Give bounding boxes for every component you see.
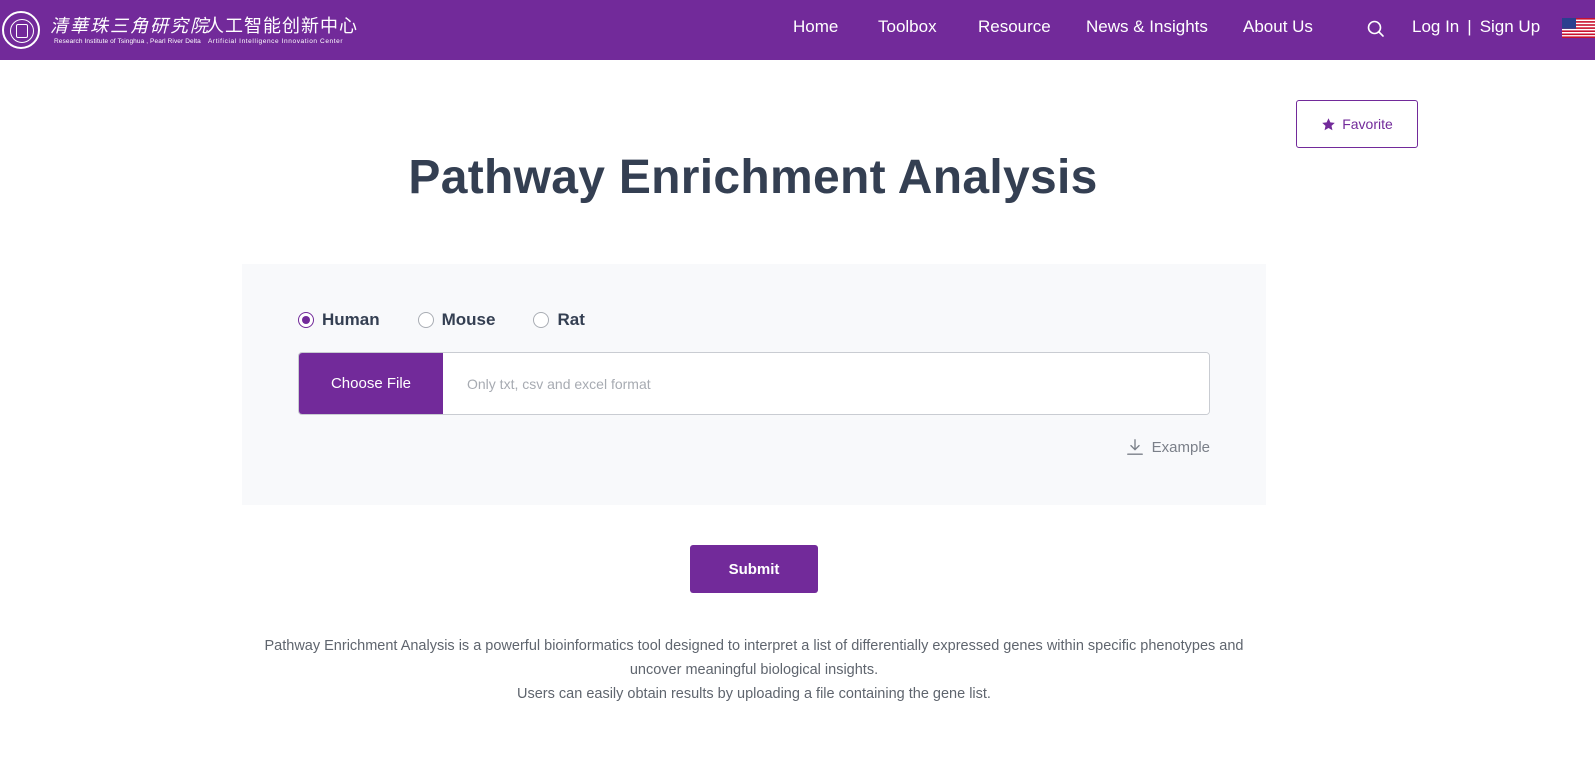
logo-english-center: Artificial Intelligence Innovation Cente… xyxy=(208,38,344,45)
radio-label-rat: Rat xyxy=(557,310,585,329)
star-icon xyxy=(1322,117,1335,130)
nav-about-us[interactable]: About Us xyxy=(1243,17,1313,37)
logo-chinese-center: 人工智能创新中心 xyxy=(206,16,358,37)
nav-toolbox[interactable]: Toolbox xyxy=(878,17,937,37)
university-seal-icon xyxy=(2,11,40,49)
nav-resource[interactable]: Resource xyxy=(978,17,1051,37)
description-paragraph: Pathway Enrichment Analysis is a powerfu… xyxy=(264,638,1244,678)
us-flag-icon[interactable] xyxy=(1562,18,1595,38)
signup-link[interactable]: Sign Up xyxy=(1480,17,1540,37)
logo-english-name: Research Institute of Tsinghua , Pearl R… xyxy=(54,38,201,45)
download-icon xyxy=(1126,439,1143,455)
search-icon[interactable] xyxy=(1366,19,1386,39)
radio-label-human: Human xyxy=(322,310,380,329)
logo-chinese-name: 清華珠三角研究院 xyxy=(50,16,210,37)
example-label: Example xyxy=(1151,438,1210,456)
upload-panel: Human Mouse Rat Choose File Example xyxy=(242,264,1266,505)
nav-home[interactable]: Home xyxy=(793,17,838,37)
radio-button[interactable] xyxy=(533,312,550,328)
species-radio-human[interactable]: Human xyxy=(298,310,380,330)
nav-news-insights[interactable]: News & Insights xyxy=(1086,17,1208,37)
species-radio-rat[interactable]: Rat xyxy=(533,310,585,330)
species-radio-group: Human Mouse Rat xyxy=(298,310,623,330)
favorite-label: Favorite xyxy=(1342,116,1393,132)
auth-separator: | xyxy=(1467,17,1472,36)
radio-button-checked[interactable] xyxy=(298,312,314,328)
institute-logo[interactable]: 清華珠三角研究院 人工智能创新中心 Research Institute of … xyxy=(2,8,357,52)
page-title: Pathway Enrichment Analysis xyxy=(408,151,1098,204)
choose-file-button[interactable]: Choose File xyxy=(299,353,443,414)
file-name-input[interactable] xyxy=(443,353,1209,414)
radio-label-mouse: Mouse xyxy=(441,310,496,329)
species-radio-mouse[interactable]: Mouse xyxy=(417,310,496,330)
login-link[interactable]: Log In xyxy=(1412,17,1459,37)
example-download-link[interactable]: Example xyxy=(1126,438,1210,456)
favorite-button[interactable]: Favorite xyxy=(1296,100,1418,148)
top-navbar: 清華珠三角研究院 人工智能创新中心 Research Institute of … xyxy=(0,0,1595,60)
auth-links: Log In | Sign Up xyxy=(1412,17,1540,37)
radio-button[interactable] xyxy=(417,312,434,328)
submit-button[interactable]: Submit xyxy=(690,545,818,593)
file-upload-field: Choose File xyxy=(298,352,1210,415)
description-paragraph: Users can easily obtain results by uploa… xyxy=(517,686,991,702)
tool-description: Pathway Enrichment Analysis is a powerfu… xyxy=(242,634,1266,706)
